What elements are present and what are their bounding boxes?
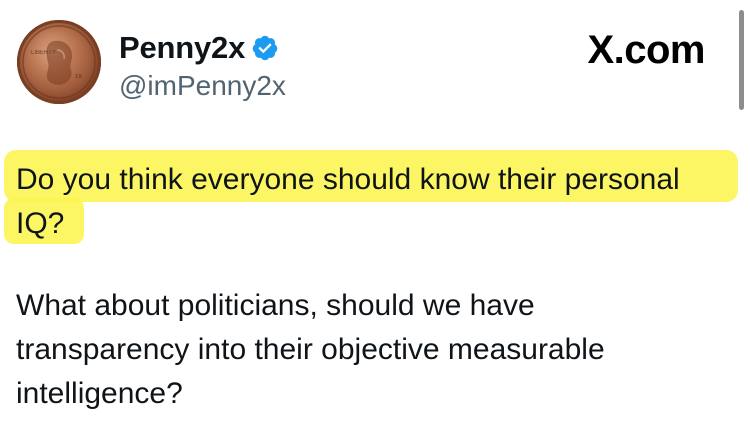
- question-line: Do you think everyone should know their …: [16, 163, 680, 196]
- author-name-row: Penny2x: [119, 28, 279, 68]
- body-line: intelligence?: [16, 377, 183, 410]
- highlighted-question: Do you think everyone should know their …: [16, 158, 744, 246]
- penny-coin-icon: LIBERTY 19: [22, 25, 96, 99]
- avatar[interactable]: LIBERTY 19: [17, 20, 101, 104]
- svg-text:19: 19: [75, 74, 82, 80]
- svg-text:LIBERTY: LIBERTY: [31, 50, 56, 56]
- author-display-name[interactable]: Penny2x: [119, 30, 245, 66]
- author-handle[interactable]: @imPenny2x: [119, 70, 286, 102]
- body-line: transparency into their objective measur…: [16, 333, 605, 366]
- verified-badge-icon: [251, 34, 279, 62]
- body-line: What about politicians, should we have: [16, 289, 535, 322]
- scrollbar[interactable]: [739, 10, 744, 110]
- question-line: IQ?: [16, 207, 65, 240]
- x-logo: X.com: [587, 28, 705, 72]
- post-body: What about politicians, should we have t…: [16, 284, 716, 416]
